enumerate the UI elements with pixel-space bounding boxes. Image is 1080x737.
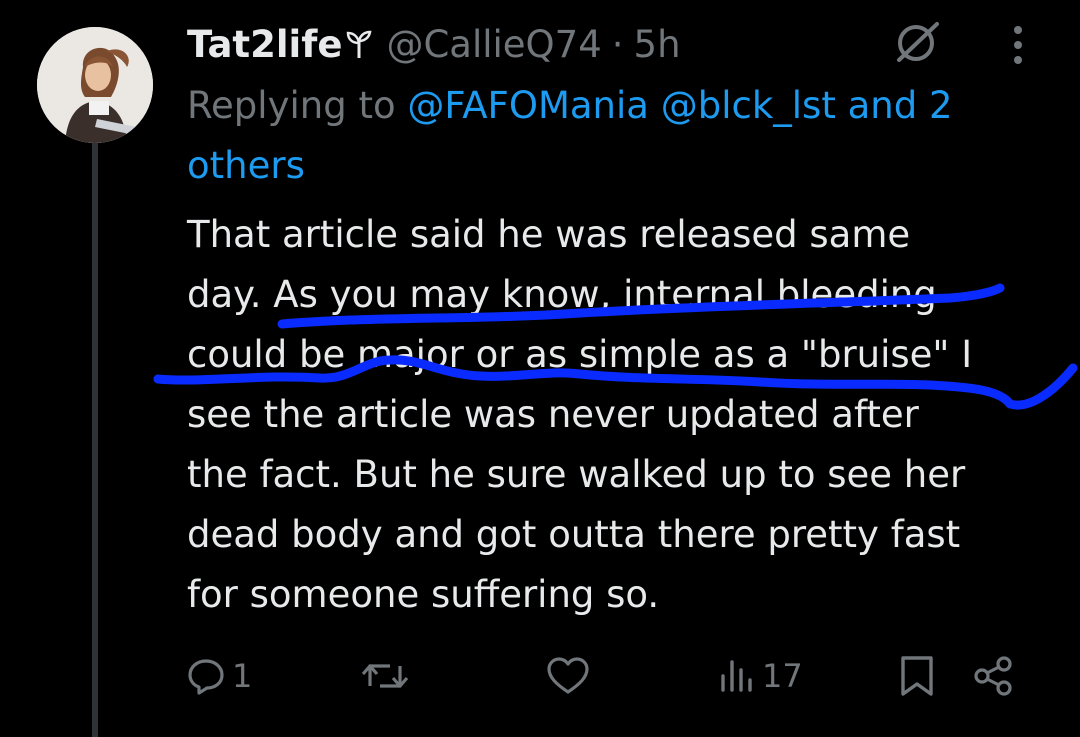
tweet-text-line: That article said he was released same bbox=[187, 213, 911, 256]
mention-fafomania[interactable]: @FAFOMania bbox=[407, 84, 649, 127]
tweet-text: That article said he was released same d… bbox=[187, 205, 1067, 625]
tweet-header: Tat2life @CallieQ74 · 5h bbox=[187, 16, 681, 72]
tweet-text-line: could be major or as simple as a "bruise… bbox=[187, 333, 973, 376]
reply-button[interactable]: 1 bbox=[186, 648, 252, 704]
avatar[interactable] bbox=[37, 27, 153, 143]
tweet-text-line: see the article was never updated after bbox=[187, 393, 919, 436]
tweet-actions: 1 17 bbox=[186, 648, 1026, 704]
share-button[interactable] bbox=[972, 648, 1014, 704]
retweet-icon bbox=[361, 664, 409, 688]
display-name[interactable]: Tat2life bbox=[187, 23, 342, 66]
replying-to: Replying to @FAFOMania @blck_lst and 2 o… bbox=[187, 76, 1057, 196]
views-chart-icon bbox=[721, 660, 752, 692]
thread-connector-line bbox=[92, 128, 98, 737]
bookmark-icon bbox=[901, 656, 933, 696]
bookmark-button[interactable] bbox=[898, 648, 936, 704]
more-options-icon[interactable] bbox=[1003, 22, 1033, 68]
avatar-image bbox=[37, 27, 153, 143]
grok-icon[interactable] bbox=[893, 20, 943, 64]
tweet-text-line: dead body and got outta there pretty fas… bbox=[187, 513, 961, 556]
tweet-text-line: the fact. But he sure walked up to see h… bbox=[187, 453, 966, 496]
views-button[interactable]: 17 bbox=[718, 648, 803, 704]
plant-emoji-icon bbox=[346, 29, 372, 59]
reply-count: 1 bbox=[232, 657, 253, 695]
reply-icon bbox=[188, 659, 224, 695]
like-button[interactable] bbox=[546, 648, 590, 704]
replying-to-label: Replying to bbox=[187, 84, 408, 127]
retweet-button[interactable] bbox=[360, 648, 410, 704]
view-count: 17 bbox=[762, 657, 803, 695]
header-separator: · bbox=[611, 22, 624, 66]
tweet-text-line: day. As you may know, internal bleeding bbox=[187, 273, 937, 316]
tweet-text-line: for someone suffering so. bbox=[187, 573, 660, 616]
share-icon bbox=[974, 656, 1012, 696]
timestamp[interactable]: 5h bbox=[634, 23, 681, 66]
user-handle[interactable]: @CallieQ74 bbox=[386, 23, 601, 66]
heart-icon bbox=[547, 657, 589, 694]
